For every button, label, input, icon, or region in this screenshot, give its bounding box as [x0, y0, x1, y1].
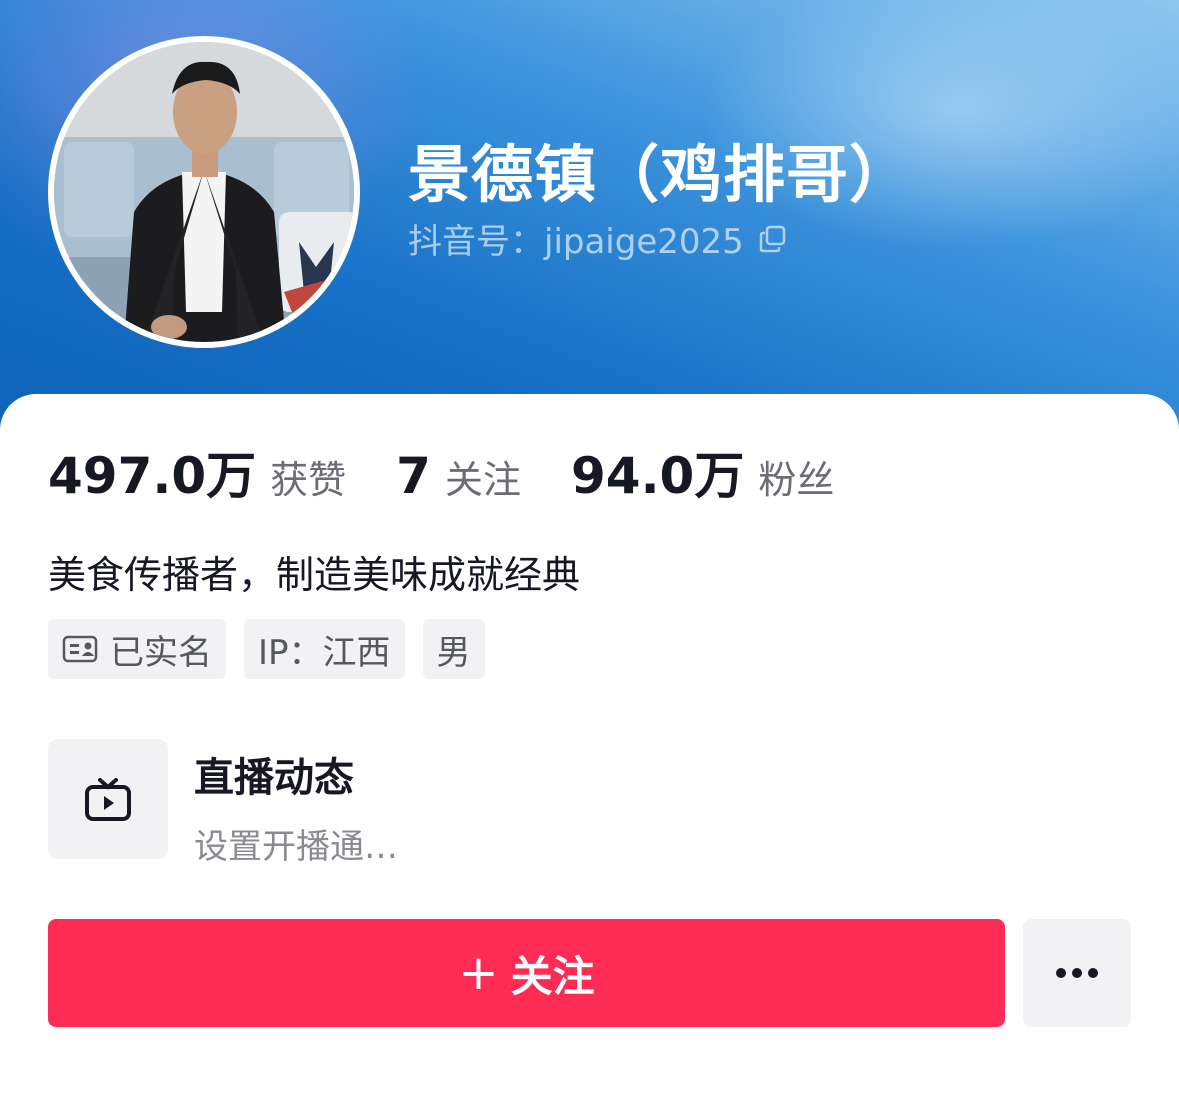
tag-ip: IP：江西 — [244, 619, 405, 679]
follow-button[interactable]: + 关注 — [48, 919, 1005, 1027]
douyin-id[interactable]: 抖音号：jipaige2025 — [408, 214, 788, 263]
bio: 美食传播者，制造美味成就经典 — [48, 553, 581, 597]
follow-label: 关注 — [510, 951, 595, 1001]
more-button[interactable] — [1023, 919, 1131, 1027]
tag-gender: 男 — [422, 619, 485, 679]
id-card-icon — [62, 635, 98, 663]
tags-row: 已实名 IP：江西 男 — [48, 619, 503, 679]
douyin-id-text: 抖音号：jipaige2025 — [408, 222, 744, 262]
stat-following-value: 7 — [396, 447, 431, 505]
profile-name: 景德镇（鸡排哥） — [408, 138, 913, 211]
live-subtitle: 设置开播通… — [194, 827, 398, 867]
tag-ip-label: IP：江西 — [258, 632, 391, 673]
stat-followers-value: 94.0万 — [570, 447, 745, 505]
live-status[interactable]: 直播动态 设置开播通… — [48, 739, 398, 868]
stat-likes-label: 获赞 — [270, 458, 347, 502]
copy-icon[interactable] — [758, 224, 788, 254]
stat-likes-value: 497.0万 — [48, 447, 257, 505]
tag-gender-label: 男 — [436, 632, 471, 673]
stat-followers-label: 粉丝 — [758, 458, 835, 502]
tag-verified-label: 已实名 — [110, 632, 212, 673]
plus-icon: + — [458, 945, 499, 1001]
tv-icon — [85, 778, 131, 821]
more-icon — [1056, 968, 1098, 978]
tag-verified[interactable]: 已实名 — [48, 619, 226, 679]
live-icon-box — [48, 739, 168, 859]
avatar-photo — [54, 42, 354, 342]
profile-card: 497.0万 获赞 7 关注 94.0万 粉丝 美食传播者，制造美味成就经典 已… — [0, 394, 1179, 1094]
stat-following[interactable]: 7 关注 — [396, 447, 521, 505]
stat-likes[interactable]: 497.0万 获赞 — [48, 436, 346, 508]
profile-header: 景德镇（鸡排哥） 抖音号：jipaige2025 — [0, 0, 1179, 430]
stats-row: 497.0万 获赞 7 关注 94.0万 粉丝 — [48, 436, 884, 508]
stat-following-label: 关注 — [444, 458, 521, 502]
stat-followers[interactable]: 94.0万 粉丝 — [571, 436, 834, 508]
live-title: 直播动态 — [194, 755, 354, 801]
avatar[interactable] — [48, 36, 360, 348]
